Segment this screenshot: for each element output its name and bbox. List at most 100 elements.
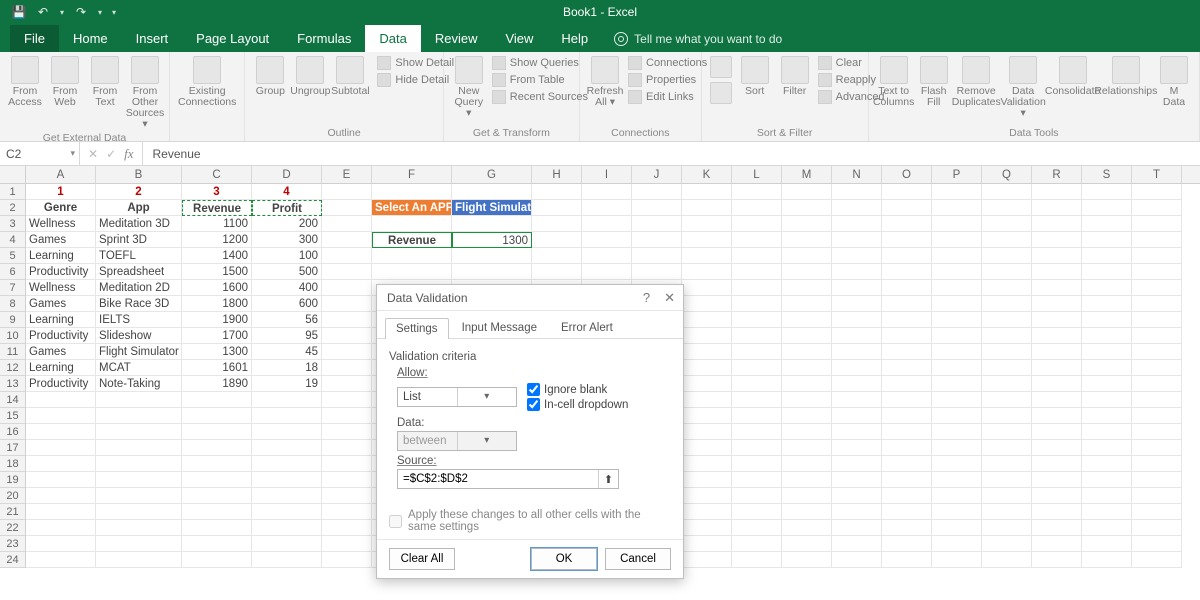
cell[interactable]: 200 xyxy=(252,216,322,232)
from-table-button[interactable]: From Table xyxy=(492,73,588,87)
cell[interactable] xyxy=(832,280,882,296)
cell[interactable] xyxy=(982,376,1032,392)
cell[interactable] xyxy=(832,248,882,264)
properties-button[interactable]: Properties xyxy=(628,73,707,87)
cell[interactable] xyxy=(26,520,96,536)
cell[interactable] xyxy=(782,200,832,216)
row-head[interactable]: 19 xyxy=(0,472,25,488)
cell[interactable] xyxy=(322,472,372,488)
dialog-title-bar[interactable]: Data Validation ? ✕ xyxy=(377,285,683,311)
cell[interactable] xyxy=(832,408,882,424)
tab-review[interactable]: Review xyxy=(421,25,492,52)
cell[interactable] xyxy=(682,328,732,344)
row-head[interactable]: 21 xyxy=(0,504,25,520)
cell[interactable] xyxy=(1132,392,1182,408)
cell[interactable] xyxy=(682,360,732,376)
cell[interactable] xyxy=(26,536,96,552)
cell[interactable] xyxy=(882,408,932,424)
cell[interactable] xyxy=(782,312,832,328)
col-head[interactable]: S xyxy=(1082,166,1132,183)
cell[interactable] xyxy=(1132,184,1182,200)
cell[interactable] xyxy=(782,232,832,248)
save-icon[interactable]: 💾 xyxy=(12,5,26,19)
cell[interactable] xyxy=(932,536,982,552)
cell[interactable]: 1300 xyxy=(182,344,252,360)
cell[interactable]: 1900 xyxy=(182,312,252,328)
cell[interactable]: MCAT xyxy=(96,360,182,376)
cell[interactable] xyxy=(1032,232,1082,248)
cell[interactable] xyxy=(1032,424,1082,440)
cell[interactable] xyxy=(322,184,372,200)
cell[interactable] xyxy=(322,504,372,520)
cell[interactable] xyxy=(1132,552,1182,568)
cell[interactable] xyxy=(1082,376,1132,392)
cell[interactable] xyxy=(982,248,1032,264)
cell[interactable] xyxy=(1132,408,1182,424)
cell[interactable] xyxy=(532,248,582,264)
cell[interactable] xyxy=(182,440,252,456)
cell[interactable] xyxy=(782,264,832,280)
cell[interactable]: Learning xyxy=(26,360,96,376)
cell[interactable] xyxy=(322,392,372,408)
cell[interactable] xyxy=(732,488,782,504)
cell[interactable]: 1890 xyxy=(182,376,252,392)
cell[interactable] xyxy=(322,248,372,264)
cell[interactable] xyxy=(1082,552,1132,568)
cell[interactable]: 1500 xyxy=(182,264,252,280)
tab-page-layout[interactable]: Page Layout xyxy=(182,25,283,52)
cell[interactable] xyxy=(932,344,982,360)
cell[interactable] xyxy=(1082,360,1132,376)
show-detail-button[interactable]: Show Detail xyxy=(377,56,454,70)
cell[interactable]: Productivity xyxy=(26,376,96,392)
cell[interactable] xyxy=(932,488,982,504)
cell[interactable] xyxy=(252,504,322,520)
cell[interactable] xyxy=(732,200,782,216)
cell[interactable] xyxy=(782,408,832,424)
cell[interactable] xyxy=(682,312,732,328)
cell[interactable] xyxy=(322,232,372,248)
cell[interactable] xyxy=(182,520,252,536)
cell[interactable] xyxy=(932,296,982,312)
cell[interactable]: Revenue xyxy=(372,232,452,248)
cell[interactable] xyxy=(1132,424,1182,440)
cell[interactable]: 1200 xyxy=(182,232,252,248)
cell[interactable] xyxy=(582,216,632,232)
cell[interactable] xyxy=(1032,280,1082,296)
cell[interactable]: Games xyxy=(26,344,96,360)
cell[interactable] xyxy=(882,248,932,264)
cell[interactable] xyxy=(1032,504,1082,520)
col-head[interactable]: P xyxy=(932,166,982,183)
cell[interactable] xyxy=(182,456,252,472)
dialog-tab-input-message[interactable]: Input Message xyxy=(451,317,548,338)
cell[interactable] xyxy=(1032,488,1082,504)
cell[interactable] xyxy=(832,232,882,248)
cell[interactable] xyxy=(252,488,322,504)
cell[interactable] xyxy=(882,376,932,392)
row-head[interactable]: 16 xyxy=(0,424,25,440)
cell[interactable] xyxy=(932,520,982,536)
cell[interactable] xyxy=(26,472,96,488)
cell[interactable]: Games xyxy=(26,296,96,312)
row-head[interactable]: 5 xyxy=(0,248,25,264)
sort-button[interactable] xyxy=(710,56,732,104)
cell[interactable] xyxy=(96,536,182,552)
cell[interactable] xyxy=(882,312,932,328)
cell[interactable] xyxy=(1132,248,1182,264)
tab-insert[interactable]: Insert xyxy=(122,25,183,52)
cell[interactable] xyxy=(96,504,182,520)
tab-data[interactable]: Data xyxy=(365,25,420,52)
cell[interactable] xyxy=(782,456,832,472)
tab-help[interactable]: Help xyxy=(547,25,602,52)
cell[interactable] xyxy=(252,472,322,488)
cell[interactable]: Sprint 3D xyxy=(96,232,182,248)
row-head[interactable]: 23 xyxy=(0,536,25,552)
cell[interactable] xyxy=(372,216,452,232)
cell[interactable] xyxy=(782,280,832,296)
cell[interactable] xyxy=(832,424,882,440)
cell[interactable] xyxy=(882,440,932,456)
from-other-button[interactable]: From Other Sources ▾ xyxy=(128,56,162,130)
cell[interactable] xyxy=(252,520,322,536)
cell[interactable] xyxy=(782,440,832,456)
cell[interactable] xyxy=(1132,520,1182,536)
col-head[interactable]: J xyxy=(632,166,682,183)
